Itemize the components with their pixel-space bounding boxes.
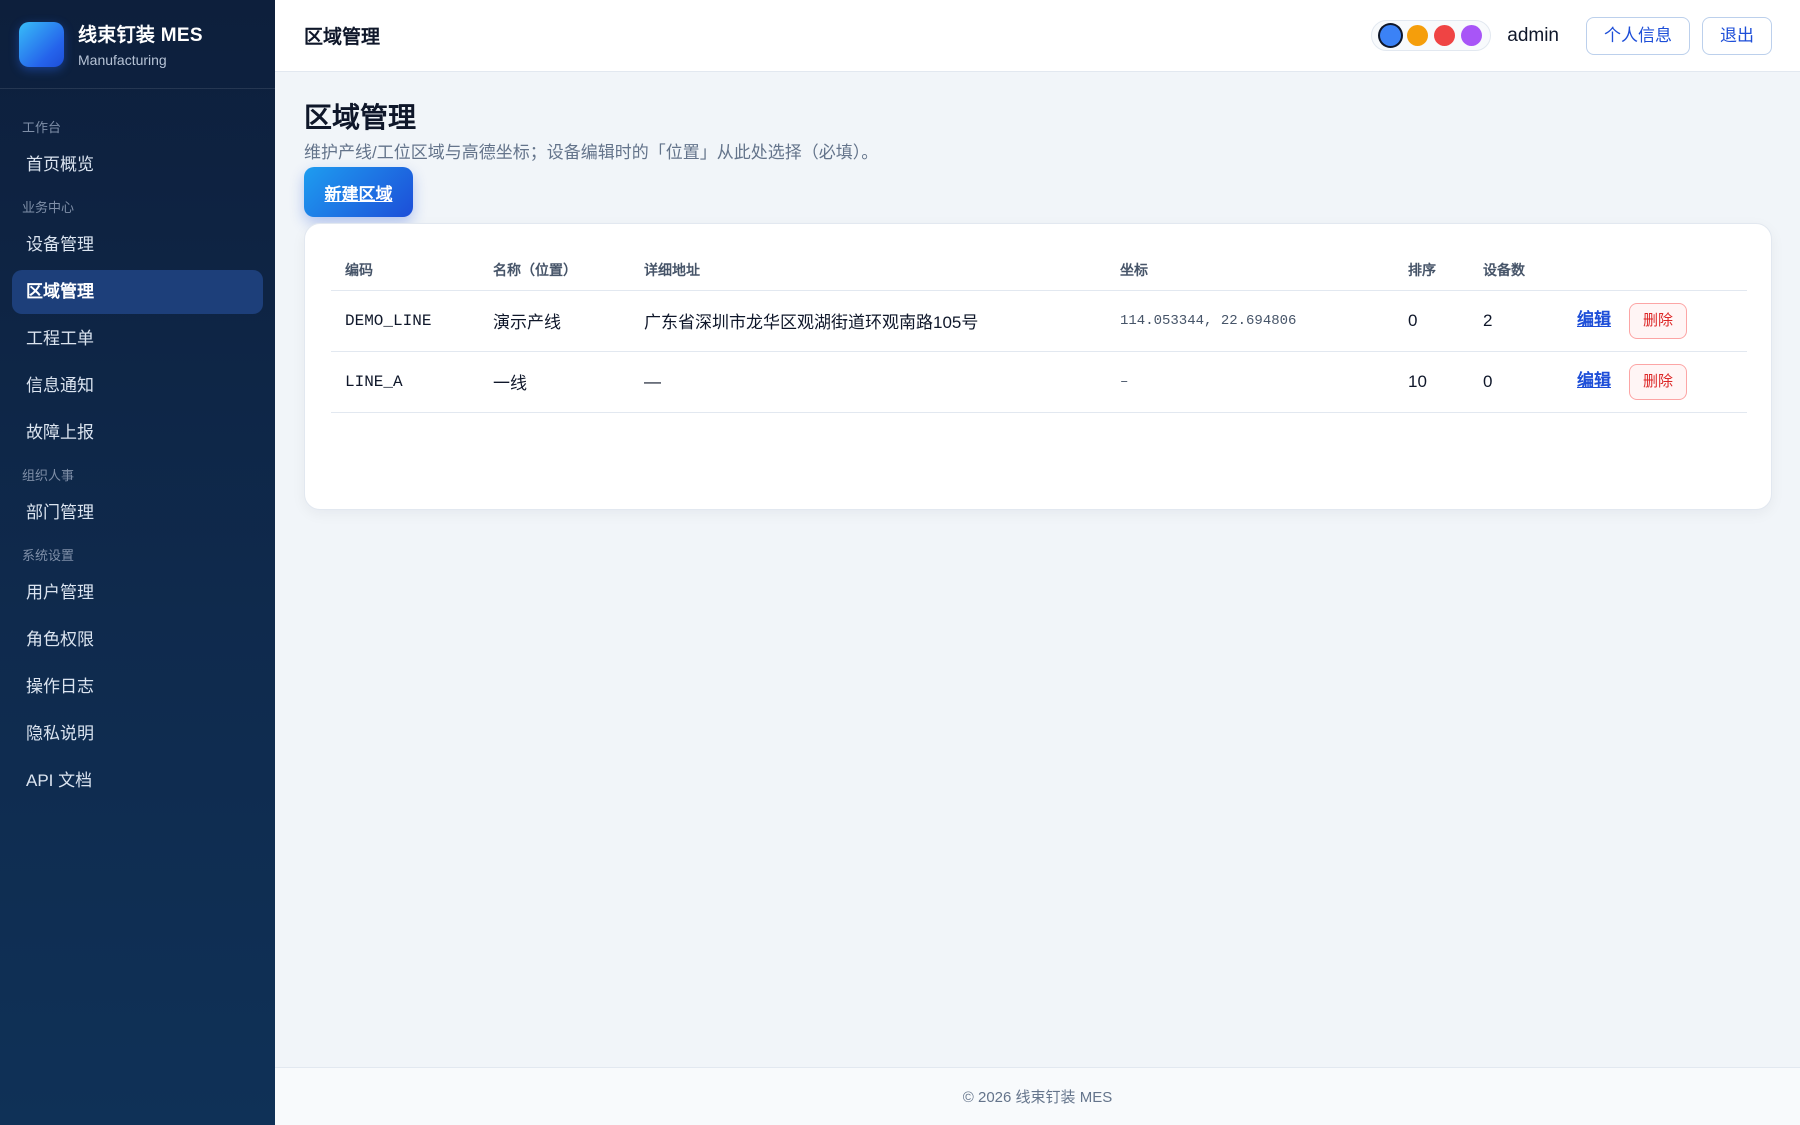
cell-address: 广东省深圳市龙华区观湖街道环观南路105号 <box>630 290 1106 352</box>
sidebar-item-roles[interactable]: 角色权限 <box>12 618 263 662</box>
sidebar-item-users[interactable]: 用户管理 <box>12 571 263 615</box>
cell-device-count: 0 <box>1469 351 1563 413</box>
header-title: 区域管理 <box>304 27 381 48</box>
cell-coordinates: – <box>1106 351 1394 413</box>
footer-copyright: © 2026 线束钉装 MES <box>962 1089 1113 1106</box>
current-username: admin <box>1507 24 1559 46</box>
cell-name: 演示产线 <box>479 290 630 352</box>
cell-code: LINE_A <box>331 351 479 413</box>
sidebar-item-work-orders[interactable]: 工程工单 <box>12 317 263 361</box>
logout-button[interactable]: 退出 <box>1702 16 1772 55</box>
theme-swatch-amber[interactable] <box>1407 25 1429 46</box>
cell-sort: 10 <box>1394 351 1469 413</box>
cell-actions: 编辑 删除 <box>1563 351 1747 413</box>
sidebar-nav: 工作台 首页概览 业务中心 设备管理 区域管理 工程工单 信息通知 故障上报 组… <box>0 89 275 803</box>
page-title: 区域管理 <box>304 102 417 133</box>
column-header-coordinates: 坐标 <box>1106 250 1394 291</box>
sidebar-item-areas[interactable]: 区域管理 <box>12 270 263 314</box>
column-header-sort: 排序 <box>1394 250 1469 291</box>
cell-sort: 0 <box>1394 290 1469 352</box>
sidebar-item-fault-report[interactable]: 故障上报 <box>12 411 263 455</box>
sidebar-item-home[interactable]: 首页概览 <box>12 143 263 187</box>
theme-swatch-blue[interactable] <box>1380 25 1402 46</box>
top-header: 区域管理 admin 个人信息 退出 <box>275 0 1800 72</box>
table-row: DEMO_LINE 演示产线 广东省深圳市龙华区观湖街道环观南路105号 114… <box>331 290 1747 352</box>
profile-button[interactable]: 个人信息 <box>1586 16 1690 55</box>
nav-group-label-organization: 组织人事 <box>22 468 75 483</box>
cell-coordinates: 114.053344, 22.694806 <box>1106 290 1394 352</box>
nav-group-label-business: 业务中心 <box>22 200 75 215</box>
column-header-actions <box>1563 250 1747 291</box>
sidebar-item-privacy[interactable]: 隐私说明 <box>12 712 263 756</box>
nav-group-label-system: 系统设置 <box>22 548 75 563</box>
edit-link[interactable]: 编辑 <box>1577 371 1611 390</box>
sidebar-item-api-docs[interactable]: API 文档 <box>12 759 263 803</box>
table-row: LINE_A 一线 — – 10 0 编辑 删除 <box>331 351 1747 413</box>
theme-swatch-red[interactable] <box>1434 25 1456 46</box>
cell-actions: 编辑 删除 <box>1563 290 1747 352</box>
sidebar-item-departments[interactable]: 部门管理 <box>12 491 263 535</box>
areas-table: 编码 名称（位置） 详细地址 坐标 排序 设备数 DEMO_LINE 演示产线 … <box>331 250 1747 413</box>
table-header-row: 编码 名称（位置） 详细地址 坐标 排序 设备数 <box>331 250 1747 291</box>
cell-name: 一线 <box>479 351 630 413</box>
column-header-name: 名称（位置） <box>479 250 630 291</box>
column-header-code: 编码 <box>331 250 479 291</box>
delete-button[interactable]: 删除 <box>1629 363 1688 400</box>
page-footer: © 2026 线束钉装 MES <box>275 1067 1800 1125</box>
sidebar-item-notifications[interactable]: 信息通知 <box>12 364 263 408</box>
theme-switcher <box>1371 20 1492 51</box>
brand-subtitle: Manufacturing <box>78 52 167 68</box>
page-description: 维护产线/工位区域与高德坐标；设备编辑时的「位置」从此处选择（必填）。 <box>304 143 879 162</box>
cell-device-count: 2 <box>1469 290 1563 352</box>
brand-logo <box>19 21 64 67</box>
brand-title: 线束钉装 MES <box>78 25 203 46</box>
main-content: 区域管理 维护产线/工位区域与高德坐标；设备编辑时的「位置」从此处选择（必填）。… <box>275 72 1800 1067</box>
edit-link[interactable]: 编辑 <box>1577 310 1611 329</box>
theme-swatch-purple[interactable] <box>1461 25 1483 46</box>
delete-button[interactable]: 删除 <box>1629 302 1688 339</box>
sidebar: 线束钉装 MES Manufacturing 工作台 首页概览 业务中心 设备管… <box>0 0 275 1125</box>
new-area-button[interactable]: 新建区域 <box>304 167 413 217</box>
column-header-address: 详细地址 <box>630 250 1106 291</box>
cell-address: — <box>630 351 1106 413</box>
nav-group-label-workbench: 工作台 <box>22 120 62 135</box>
cell-code: DEMO_LINE <box>331 290 479 352</box>
column-header-device-count: 设备数 <box>1469 250 1563 291</box>
brand[interactable]: 线束钉装 MES Manufacturing <box>0 0 275 89</box>
sidebar-item-devices[interactable]: 设备管理 <box>12 223 263 267</box>
sidebar-item-audit-log[interactable]: 操作日志 <box>12 665 263 709</box>
areas-table-card: 编码 名称（位置） 详细地址 坐标 排序 设备数 DEMO_LINE 演示产线 … <box>304 223 1772 510</box>
